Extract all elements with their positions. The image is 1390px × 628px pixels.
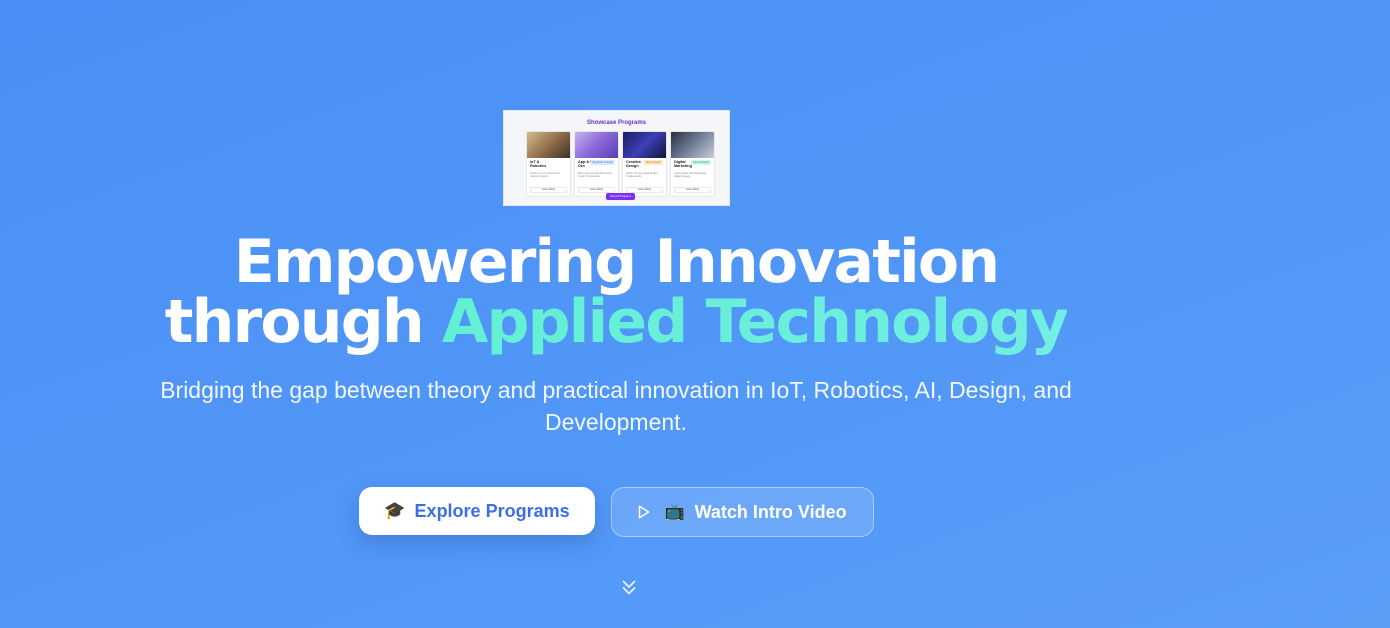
preview-card-iot: IoT & Robotics Hands-on IoT, sensors and… (526, 131, 571, 197)
preview-card-button: Learn More (530, 187, 567, 193)
explore-programs-label: Explore Programs (414, 500, 570, 521)
play-icon (638, 505, 650, 519)
hero-headline-line1: Empowering Innovation (233, 227, 1000, 297)
graduation-cap-icon: 🎓 (384, 501, 406, 520)
preview-card-badge: Most Popular (643, 160, 663, 165)
preview-card-badge: Beginner Friendly (590, 160, 615, 165)
preview-card-desc: Hands-on IoT, sensors and robotics proje… (530, 172, 560, 178)
preview-card-title: IoT & Robotics (530, 160, 547, 169)
preview-card-design: Creative Design Most Popular UI/UX, 3D a… (622, 131, 667, 197)
watch-intro-video-label: Watch Intro Video (694, 501, 847, 522)
preview-view-all-button: View All Programs (606, 193, 635, 200)
preview-card-image (527, 132, 570, 158)
watch-intro-video-button[interactable]: 📺 Watch Intro Video (611, 487, 874, 537)
preview-card-badge: Career Ready (690, 160, 711, 165)
preview-card-marketing: Digital Marketing Career Ready Grow bran… (670, 131, 715, 197)
preview-card-app: App & Web Dev Beginner Friendly Build ap… (574, 131, 619, 197)
hero-headline-text: through (164, 287, 442, 357)
preview-card-image (671, 132, 714, 158)
hero-headline-line2: through Applied Technology (0, 292, 1232, 352)
preview-card-image (575, 132, 618, 158)
preview-title: Showcase Programs (586, 120, 647, 126)
hero-headline-accent: Applied Technology (441, 287, 1069, 357)
preview-card-desc: Build apps and websites using modern fra… (578, 172, 612, 178)
tv-icon: 📺 (664, 502, 686, 521)
preview-card-button: Learn More (674, 187, 711, 193)
preview-card-desc: Grow brands with data-driven digital str… (674, 172, 707, 178)
preview-card-image (623, 132, 666, 158)
chevrons-down-icon[interactable] (621, 579, 637, 597)
hero-subtitle: Bridging the gap between theory and prac… (160, 377, 1072, 435)
explore-programs-button[interactable]: 🎓 Explore Programs (359, 487, 595, 535)
programs-preview-image: Showcase Programs IoT & Robotics Hands-o… (503, 110, 730, 206)
preview-card-desc: UI/UX, 3D and visual design fundamentals… (626, 172, 658, 178)
